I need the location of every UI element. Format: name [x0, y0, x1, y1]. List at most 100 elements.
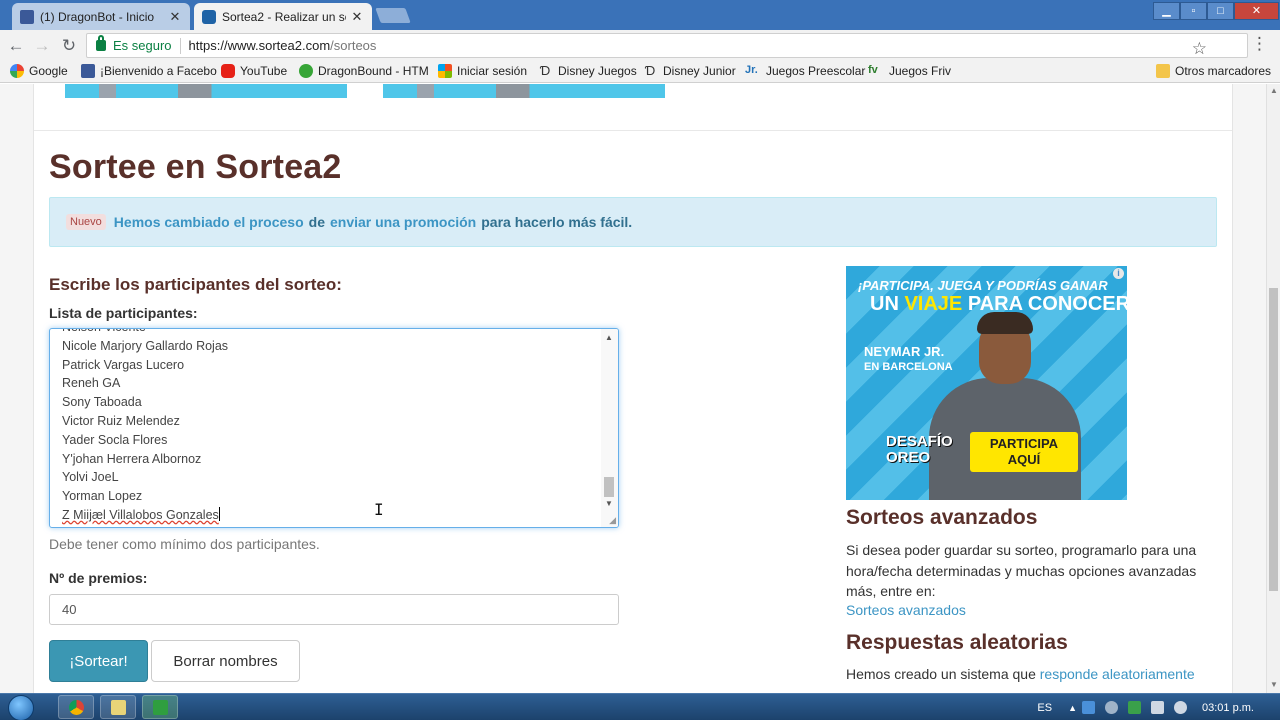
participants-list: Nelson Vicente Nicole Marjory Gallardo R…	[62, 329, 228, 525]
user-icon[interactable]: ▫	[1180, 2, 1207, 20]
dragonbound-icon	[299, 64, 313, 78]
ad-brand: DESAFÍO OREO	[886, 433, 953, 466]
scroll-up-icon[interactable]: ▲	[605, 333, 613, 342]
list-item-text: Z Miijæl Villalobos Gonzales	[62, 507, 219, 522]
start-button[interactable]	[8, 695, 34, 720]
page-title: Sortee en Sortea2	[49, 148, 342, 186]
new-tab-button[interactable]	[375, 8, 411, 23]
list-item: Yorman Lopez	[62, 489, 143, 504]
bookmark-star-icon[interactable]: ☆	[1192, 39, 1207, 59]
bookmark-label: YouTube	[240, 64, 288, 78]
scroll-down-icon[interactable]: ▼	[1270, 680, 1278, 689]
network-icon[interactable]	[1151, 701, 1165, 714]
participants-label: Lista de participantes:	[49, 305, 198, 321]
form-heading: Escribe los participantes del sorteo:	[49, 275, 342, 294]
sortea2-icon	[202, 9, 216, 24]
page-content: Sortee en Sortea2 Nuevo Hemos cambiado e…	[33, 84, 1233, 693]
advanced-draws-text: Si desea poder guardar su sorteo, progra…	[846, 542, 1197, 599]
page-scrollbar[interactable]: ▲ ▼	[1266, 84, 1280, 693]
lock-icon	[96, 35, 106, 51]
prizes-input[interactable]: 40	[49, 594, 619, 625]
bookmark-label: Iniciar sesión	[457, 64, 528, 78]
random-answers-text: Hemos creado un sistema que responde ale…	[846, 666, 1195, 682]
tray-expand-icon[interactable]: ▲	[1068, 703, 1077, 713]
draw-button[interactable]: ¡Sortear!	[49, 640, 148, 682]
bookmark-label: Otros marcadores	[1175, 64, 1272, 78]
bookmark-disney-juegos[interactable]: Ɗ Disney Juegos	[537, 64, 637, 79]
advanced-draws-link[interactable]: Sorteos avanzados	[846, 602, 966, 618]
bookmark-iniciar-sesion[interactable]: Iniciar sesión	[438, 64, 527, 78]
folder-glyph	[111, 700, 126, 715]
friv-icon: fv	[868, 64, 878, 76]
bookmark-youtube[interactable]: YouTube	[221, 64, 287, 78]
advertisement[interactable]: i ¡PARTICIPA, JUEGA Y PODRÍAS GANAR UN V…	[846, 266, 1127, 500]
scrollbar-thumb[interactable]	[604, 477, 614, 497]
tab-sortea2[interactable]: Sortea2 - Realizar un sor ✕	[194, 3, 372, 30]
secure-label: Es seguro	[113, 38, 172, 53]
folder-icon	[1156, 64, 1170, 78]
bookmark-juegos-friv[interactable]: fv Juegos Friv	[868, 64, 951, 78]
bookmark-otros-marcadores[interactable]: Otros marcadores	[1156, 64, 1271, 78]
reload-icon[interactable]: ↻	[57, 34, 81, 58]
youtube-icon	[221, 64, 235, 78]
maximize-button[interactable]: □	[1207, 2, 1234, 20]
close-window-button[interactable]: ✕	[1234, 2, 1279, 20]
bookmark-disney-junior[interactable]: Ɗ Disney Junior	[642, 63, 736, 79]
tray-app-icon[interactable]	[1105, 701, 1119, 714]
minimize-button[interactable]: ▁	[1153, 2, 1180, 20]
scrollbar-thumb[interactable]	[1269, 288, 1278, 591]
browser-toolbar: ← → ↻ Es seguro https://www.sortea2.com /…	[0, 30, 1280, 61]
resize-handle-icon[interactable]: ◢	[609, 515, 616, 526]
text-caret	[218, 506, 220, 521]
menu-icon[interactable]: ⋮	[1251, 34, 1268, 54]
scroll-up-icon[interactable]: ▲	[1270, 86, 1278, 95]
bookmark-label: ¡Bienvenido a Facebo	[100, 64, 217, 78]
language-indicator[interactable]: ES	[1037, 702, 1052, 714]
bookmark-juegos-preescolar[interactable]: Jr. Juegos Preescolar	[745, 64, 865, 78]
list-item: Nelson Vicente	[62, 329, 228, 337]
disney-icon: Ɗ	[644, 63, 656, 78]
bookmark-facebook[interactable]: ¡Bienvenido a Facebo	[81, 64, 217, 78]
back-icon[interactable]: ←	[4, 34, 28, 58]
list-item: Reneh GA	[62, 376, 121, 391]
banner-image-right	[383, 84, 665, 98]
info-alert: Nuevo Hemos cambiado el proceso de envia…	[49, 197, 1217, 247]
facebook-icon	[81, 64, 95, 78]
media-icon[interactable]	[142, 695, 178, 719]
advanced-draws-title: Sorteos avanzados	[846, 506, 1038, 529]
tray-app-icon[interactable]	[1128, 701, 1142, 714]
random-answers-title: Respuestas aleatorias	[846, 631, 1068, 654]
forward-icon[interactable]: →	[30, 34, 54, 58]
tray-app-icon[interactable]	[1082, 701, 1096, 714]
clock[interactable]: 03:01 p.m.	[1202, 702, 1254, 714]
media-glyph	[153, 700, 168, 715]
chrome-icon[interactable]	[58, 695, 94, 719]
notice-text: para hacerlo más fácil.	[481, 214, 633, 230]
bookmark-label: Juegos Preescolar	[766, 64, 866, 78]
bookmark-label: Disney Junior	[663, 64, 736, 78]
bookmark-dragonbound[interactable]: DragonBound - HTM	[299, 64, 429, 78]
ad-cta-button[interactable]: PARTICIPA AQUÍ	[970, 432, 1078, 472]
bookmark-label: DragonBound - HTM	[318, 64, 429, 78]
close-tab-icon[interactable]: ✕	[350, 9, 364, 25]
browser-tab-strip: (1) DragonBot - Inicio ✕ Sortea2 - Reali…	[0, 0, 1280, 30]
notice-text: de	[308, 214, 325, 230]
divider	[179, 37, 181, 54]
textarea-scrollbar[interactable]: ▲ ▼	[601, 329, 618, 527]
address-bar[interactable]: Es seguro https://www.sortea2.com/sorteo…	[86, 33, 1248, 58]
ad-info-icon[interactable]: i	[1113, 268, 1124, 279]
scroll-down-icon[interactable]: ▼	[605, 499, 613, 508]
participants-textarea[interactable]: Nelson Vicente Nicole Marjory Gallardo R…	[49, 328, 619, 528]
ad-headline: ¡PARTICIPA, JUEGA Y PODRÍAS GANAR	[858, 278, 1108, 293]
volume-icon[interactable]	[1174, 701, 1188, 714]
file-explorer-icon[interactable]	[100, 695, 136, 719]
random-answers-link[interactable]: responde aleatoriamente	[1040, 666, 1195, 682]
bookmark-google[interactable]: Google	[10, 64, 68, 78]
page-viewport: Sortee en Sortea2 Nuevo Hemos cambiado e…	[0, 84, 1266, 693]
send-promotion-link[interactable]: enviar una promoción	[330, 214, 476, 230]
bookmarks-bar: Google ¡Bienvenido a Facebo YouTube Drag…	[0, 61, 1280, 83]
process-changed-link[interactable]: Hemos cambiado el proceso	[114, 214, 304, 230]
clear-names-button[interactable]: Borrar nombres	[151, 640, 300, 682]
tab-dragonbot[interactable]: (1) DragonBot - Inicio ✕	[12, 3, 190, 30]
close-tab-icon[interactable]: ✕	[168, 9, 182, 25]
